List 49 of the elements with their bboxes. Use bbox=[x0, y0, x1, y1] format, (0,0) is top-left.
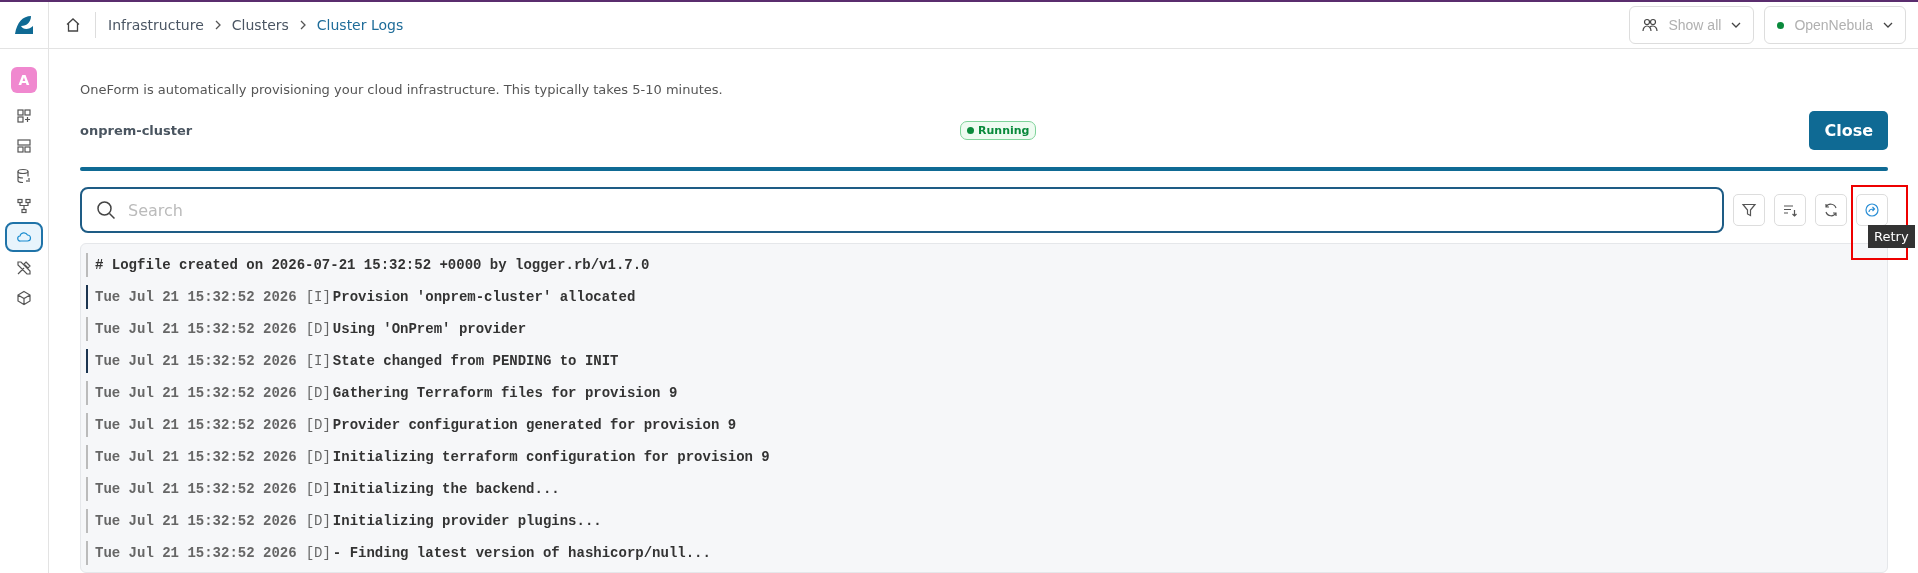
log-level: [I] bbox=[305, 289, 331, 305]
log-message: - Finding latest version of hashicorp/null... bbox=[332, 545, 711, 561]
filter-icon[interactable] bbox=[1733, 194, 1765, 226]
cloud-icon[interactable] bbox=[5, 222, 43, 252]
chevron-right-icon bbox=[298, 20, 307, 30]
log-level: [I] bbox=[305, 353, 331, 369]
breadcrumb-link[interactable]: Infrastructure bbox=[108, 17, 204, 33]
log-timestamp: Tue Jul 21 15:32:52 2026 bbox=[95, 449, 297, 465]
close-button[interactable]: Close bbox=[1809, 110, 1888, 150]
log-message: Using 'OnPrem' provider bbox=[332, 321, 527, 337]
log-timestamp: Tue Jul 21 15:32:52 2026 bbox=[95, 545, 297, 561]
log-level: [D] bbox=[305, 481, 331, 497]
breadcrumb-link[interactable]: Clusters bbox=[231, 17, 289, 33]
log-timestamp: Tue Jul 21 15:32:52 2026 bbox=[95, 481, 297, 497]
logo-icon[interactable] bbox=[13, 14, 35, 36]
tooltip: Retry bbox=[1868, 225, 1915, 248]
log-message: Provider configuration generated for provision 9 bbox=[332, 417, 737, 433]
log-level: [D] bbox=[305, 545, 331, 561]
log-timestamp: Tue Jul 21 15:32:52 2026 bbox=[95, 417, 297, 433]
users-icon bbox=[1642, 18, 1659, 32]
chevron-down-icon bbox=[1731, 22, 1742, 28]
log-message: Initializing the backend... bbox=[332, 481, 560, 497]
log-message: Gathering Terraform files for provision 9 bbox=[332, 385, 678, 401]
retry-icon[interactable] bbox=[1856, 194, 1888, 226]
log-message: Initializing terraform configuration for provision 9 bbox=[332, 449, 770, 465]
log-level: [D] bbox=[305, 449, 331, 465]
log-message: Provision 'onprem-cluster' allocated bbox=[332, 289, 636, 305]
info-text: OneForm is automatically provisioning your cloud infrastructure. This typically takes 5-10 minutes. bbox=[80, 81, 724, 97]
chevron-right-icon bbox=[213, 20, 222, 30]
log-timestamp: Tue Jul 21 15:32:52 2026 bbox=[95, 385, 297, 401]
log-timestamp: Tue Jul 21 15:32:52 2026 bbox=[95, 353, 297, 369]
log-timestamp: Tue Jul 21 15:32:52 2026 bbox=[95, 513, 297, 529]
log-level: [D] bbox=[305, 513, 331, 529]
log-timestamp: Tue Jul 21 15:32:52 2026 bbox=[95, 289, 297, 305]
log-message: State changed from PENDING to INIT bbox=[332, 353, 619, 369]
log-header: # Logfile created on 2026-07-21 15:32:52 +0000 by logger.rb/v1.7.0 bbox=[95, 257, 650, 273]
home-icon[interactable] bbox=[65, 17, 81, 33]
refresh-icon[interactable] bbox=[1815, 194, 1847, 226]
breadcrumb-link[interactable]: Cluster Logs bbox=[316, 17, 404, 33]
log-level: [D] bbox=[305, 385, 331, 401]
chevron-down-icon bbox=[1883, 22, 1893, 28]
status-badge: Running bbox=[960, 120, 1037, 140]
log-message: Initializing provider plugins... bbox=[332, 513, 602, 529]
cluster-name: onprem-cluster bbox=[80, 122, 194, 138]
search-field[interactable]: Search bbox=[80, 187, 1724, 233]
status-dot bbox=[1777, 21, 1785, 29]
log-level: [D] bbox=[305, 417, 331, 433]
log-timestamp: Tue Jul 21 15:32:52 2026 bbox=[95, 321, 297, 337]
log-level: [D] bbox=[305, 321, 331, 337]
